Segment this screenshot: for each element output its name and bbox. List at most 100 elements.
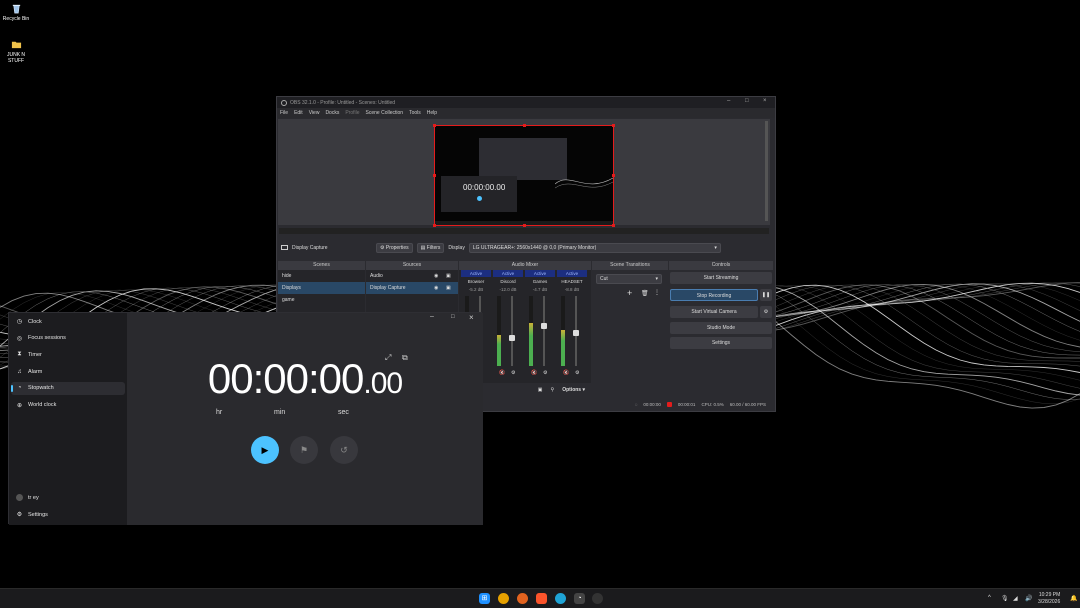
- user-account[interactable]: tr ey: [11, 491, 125, 504]
- channel-db: -8.8 dB: [564, 287, 580, 292]
- mute-icon[interactable]: 🔇: [531, 370, 537, 376]
- display-select[interactable]: LG ULTRAGEAR+: 2560x1440 @ 0,0 (Primary …: [468, 242, 721, 253]
- preview-canvas[interactable]: 00:00:00.00: [433, 124, 615, 227]
- preview-zoom-bar[interactable]: [279, 228, 769, 234]
- nav-alarm[interactable]: ♫ Alarm: [11, 365, 125, 378]
- channel-status: Active: [461, 270, 491, 277]
- nav-stopwatch[interactable]: ◔ Stopwatch: [11, 381, 125, 395]
- channel-settings-icon[interactable]: ⚙: [511, 370, 515, 376]
- channel-name[interactable]: HEADSET: [557, 279, 587, 284]
- brave-icon[interactable]: [536, 593, 547, 604]
- channel-settings-icon[interactable]: ⚙: [543, 370, 547, 376]
- volume-slider[interactable]: [509, 296, 515, 366]
- volume-slider[interactable]: [573, 296, 579, 366]
- volume-slider-knob[interactable]: [541, 322, 547, 329]
- minimize-icon[interactable]: –: [430, 313, 434, 320]
- volume-slider-knob[interactable]: [509, 334, 515, 341]
- stopwatch-main: 00:00:00: [207, 355, 364, 402]
- channel-db: -5.2 dB: [468, 287, 484, 292]
- channel-name[interactable]: Browser: [461, 279, 491, 284]
- mute-icon[interactable]: 🔇: [499, 370, 505, 376]
- nav-world-clock[interactable]: ⊕ World clock: [11, 399, 125, 412]
- preview-scrollbar[interactable]: [765, 121, 768, 221]
- nav-clock[interactable]: ◷ Clock: [11, 315, 125, 328]
- stop-recording-button[interactable]: Stop Recording: [670, 289, 758, 301]
- lock-icon[interactable]: ▣: [446, 282, 451, 294]
- virtual-camera-settings-icon[interactable]: ⚙: [760, 306, 772, 318]
- volume-slider[interactable]: [541, 296, 547, 366]
- transition-menu-icon[interactable]: ⋮: [654, 289, 660, 296]
- channel-status: Active: [493, 270, 523, 277]
- eye-icon[interactable]: ◉: [434, 270, 438, 282]
- nav-timer[interactable]: ⧗ Timer: [11, 348, 125, 361]
- lap-button[interactable]: ⚑: [290, 436, 318, 464]
- clock-app-icon[interactable]: ◔: [574, 593, 585, 604]
- scene-item[interactable]: Displays: [278, 282, 365, 294]
- recycle-bin-shortcut[interactable]: Recycle Bin: [1, 3, 31, 22]
- transition-select[interactable]: Cut ▾: [596, 274, 662, 284]
- remove-transition-icon[interactable]: 🗑: [641, 290, 649, 297]
- menu-file[interactable]: File: [280, 110, 288, 116]
- filters-button[interactable]: ▤ Filters: [416, 242, 445, 253]
- stopwatch-time: 00:00:00.00: [127, 355, 483, 403]
- unit-sec: sec: [338, 409, 349, 416]
- volume-slider-knob[interactable]: [573, 329, 579, 336]
- minimize-icon[interactable]: –: [727, 98, 730, 104]
- channel-name[interactable]: Discord: [493, 279, 523, 284]
- nav-focus-sessions[interactable]: ◎ Focus sessions: [11, 332, 125, 345]
- edge-icon[interactable]: [555, 593, 566, 604]
- notification-bell-icon[interactable]: 🔔: [1070, 595, 1077, 602]
- menu-scene-collection[interactable]: Scene Collection: [366, 110, 404, 116]
- mic-icon[interactable]: 🎙: [1001, 595, 1009, 602]
- cpu-usage: CPU: 0.5%: [701, 401, 724, 407]
- eye-icon[interactable]: ◉: [434, 282, 438, 294]
- transition-value: Cut: [600, 276, 608, 282]
- obs-app-icon[interactable]: [592, 593, 603, 604]
- channel-settings-icon[interactable]: ⚙: [575, 370, 579, 376]
- maximize-icon[interactable]: □: [451, 314, 455, 320]
- volume-icon[interactable]: 🔊: [1025, 595, 1032, 602]
- mute-icon[interactable]: 🔇: [563, 370, 569, 376]
- network-icon[interactable]: ◢: [1013, 595, 1018, 602]
- menu-edit[interactable]: Edit: [294, 110, 303, 116]
- menu-profile[interactable]: Profile: [345, 110, 359, 116]
- firefox-icon[interactable]: [517, 593, 528, 604]
- scene-item[interactable]: game: [278, 294, 365, 306]
- menu-help[interactable]: Help: [427, 110, 437, 116]
- menu-view[interactable]: View: [309, 110, 320, 116]
- menu-tools[interactable]: Tools: [409, 110, 421, 116]
- stream-time: 00:00:00: [643, 401, 661, 407]
- menu-docks[interactable]: Docks: [325, 110, 339, 116]
- mixer-link-icon[interactable]: ⚲: [551, 387, 555, 393]
- scene-item[interactable]: hide: [278, 270, 365, 282]
- add-transition-icon[interactable]: +: [627, 288, 632, 298]
- sources-dock-header: Sources: [366, 261, 458, 270]
- reset-button[interactable]: ↺: [330, 436, 358, 464]
- obs-preview[interactable]: 00:00:00.00: [278, 119, 770, 227]
- lock-icon[interactable]: ▣: [446, 270, 451, 282]
- mixer-options-button[interactable]: Options ▾: [562, 387, 585, 393]
- level-meter: [561, 296, 565, 366]
- junk-folder-shortcut[interactable]: JUNK N STUFF: [1, 39, 31, 64]
- maximize-icon[interactable]: □: [745, 98, 749, 104]
- display-capture-icon: [281, 245, 288, 250]
- properties-button[interactable]: ⚙ Properties: [376, 242, 413, 253]
- close-icon[interactable]: ×: [763, 98, 767, 104]
- start-streaming-button[interactable]: Start Streaming: [670, 272, 772, 284]
- mixer-layout-icon[interactable]: ▣: [538, 387, 543, 393]
- studio-mode-button[interactable]: Studio Mode: [670, 322, 772, 334]
- pause-recording-button[interactable]: ❚❚: [760, 289, 772, 301]
- user-name: tr ey: [28, 494, 39, 501]
- start-windows-icon[interactable]: ⊞: [479, 593, 490, 604]
- chevron-up-icon[interactable]: ^: [988, 595, 991, 601]
- channel-name[interactable]: Games: [525, 279, 555, 284]
- source-item[interactable]: Audio ◉ ▣: [366, 270, 458, 282]
- settings-button[interactable]: Settings: [670, 337, 772, 349]
- chrome-icon[interactable]: [498, 593, 509, 604]
- tray-clock[interactable]: 10:29 PM 3/28/2026: [1038, 592, 1060, 606]
- start-button[interactable]: ▶: [251, 436, 279, 464]
- nav-settings[interactable]: ⚙ Settings: [11, 508, 125, 521]
- close-icon[interactable]: ×: [469, 313, 474, 322]
- source-item[interactable]: Display Capture ◉ ▣: [366, 282, 458, 294]
- start-virtual-camera-button[interactable]: Start Virtual Camera: [670, 306, 758, 318]
